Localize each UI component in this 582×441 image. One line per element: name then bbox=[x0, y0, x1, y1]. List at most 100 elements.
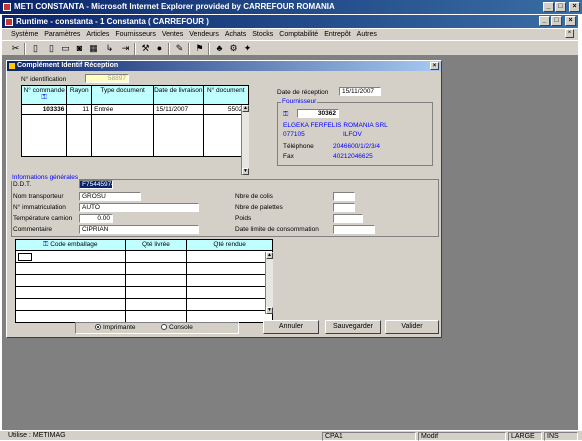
menu-item-0[interactable]: Système bbox=[8, 29, 41, 40]
menu-item-9[interactable]: Entrepôt bbox=[321, 29, 353, 40]
status-bar: Utilise : METIMAG CPA1 Modif LARGE INS bbox=[0, 430, 582, 441]
toolbar-separator bbox=[24, 43, 26, 55]
wrench-icon[interactable]: ⚒ bbox=[140, 43, 151, 54]
comment-field[interactable]: CIPRIAN bbox=[79, 225, 199, 234]
key-icon: ⚿ bbox=[283, 111, 289, 118]
date-reception-field[interactable]: 15/11/2007 bbox=[339, 87, 381, 96]
settings-icon[interactable]: ⚙ bbox=[228, 43, 239, 54]
document-icon[interactable]: ▦ bbox=[88, 43, 99, 54]
col-header-commande: N° commande ⚿ bbox=[20, 85, 68, 105]
scroll-down-icon[interactable]: ▼ bbox=[266, 307, 273, 314]
radio-unselected-icon bbox=[161, 324, 167, 331]
scroll-down-icon[interactable]: ▼ bbox=[242, 168, 249, 175]
close-icon[interactable]: × bbox=[430, 62, 439, 70]
general-info-title: Informations générales bbox=[11, 174, 80, 181]
cell-qte-rendue[interactable] bbox=[186, 250, 273, 263]
poids-field[interactable] bbox=[333, 214, 363, 223]
menu-item-4[interactable]: Ventes bbox=[159, 29, 186, 40]
sauvegarder-button[interactable]: Sauvegarder bbox=[325, 320, 381, 334]
cut-icon[interactable]: ✂ bbox=[10, 43, 21, 54]
dialog-title: Complément Identif Réception bbox=[17, 62, 119, 69]
col-header-date: Date de livraison bbox=[153, 85, 204, 105]
cell-date[interactable]: 15/11/2007 bbox=[153, 104, 204, 115]
maximize-icon[interactable]: □ bbox=[555, 2, 566, 12]
save-icon[interactable]: ◙ bbox=[74, 43, 85, 54]
dlc-field[interactable] bbox=[333, 225, 375, 234]
table-row[interactable] bbox=[20, 142, 250, 157]
col-header-qte-livree: Qté livrée bbox=[124, 239, 188, 251]
col-header-qte-rendue: Qté rendue bbox=[186, 239, 273, 251]
document-icon[interactable]: ▭ bbox=[60, 43, 71, 54]
table-row[interactable] bbox=[15, 274, 273, 287]
table-row[interactable] bbox=[15, 250, 273, 263]
exit-icon[interactable]: ↳ bbox=[104, 43, 115, 54]
cell-rayon[interactable]: 11 bbox=[66, 104, 93, 115]
flag-icon[interactable]: ⚑ bbox=[194, 43, 205, 54]
supplier-code-field[interactable]: 30362 bbox=[297, 109, 339, 118]
cell-type[interactable]: Entrée bbox=[91, 104, 155, 115]
valider-button[interactable]: Valider bbox=[385, 320, 439, 334]
supplier-group-title: Fournisseur bbox=[281, 98, 318, 105]
reception-dialog: Complément Identif Réception × N° identi… bbox=[6, 60, 442, 338]
close-icon[interactable]: × bbox=[569, 2, 580, 12]
users-icon[interactable]: ♣ bbox=[214, 43, 225, 54]
annuler-button[interactable]: Annuler bbox=[263, 320, 319, 334]
code-emballage-input[interactable] bbox=[18, 252, 32, 261]
cell-code-emballage[interactable] bbox=[15, 250, 126, 263]
table-row[interactable] bbox=[20, 114, 250, 129]
close-icon[interactable]: × bbox=[565, 29, 574, 38]
help-icon[interactable]: ✎ bbox=[174, 43, 185, 54]
table-row[interactable] bbox=[15, 310, 273, 323]
menu-item-7[interactable]: Stocks bbox=[249, 29, 276, 40]
menu-item-6[interactable]: Achats bbox=[222, 29, 249, 40]
transporter-field[interactable]: GROSU bbox=[79, 192, 141, 201]
plate-field[interactable]: AUTO bbox=[79, 203, 199, 212]
menu-item-1[interactable]: Paramètres bbox=[41, 29, 83, 40]
table-row[interactable] bbox=[15, 298, 273, 311]
table-row[interactable] bbox=[15, 262, 273, 275]
menu-item-10[interactable]: Autres bbox=[354, 29, 380, 40]
radio-console[interactable]: Console bbox=[161, 324, 193, 332]
toolbar: ✂ ▯ ▯ ▭ ◙ ▦ ↳ ⇥ ⚒ ● ✎ ⚑ ♣ ⚙ ✦ bbox=[2, 40, 578, 56]
menu-item-3[interactable]: Fournisseurs bbox=[112, 29, 158, 40]
document-icon[interactable]: ▯ bbox=[30, 43, 41, 54]
cell-qte-livree[interactable] bbox=[124, 250, 188, 263]
outer-window-title: METI CONSTANTA - Microsoft Internet Expl… bbox=[14, 2, 335, 11]
transporter-label: Nom transporteur bbox=[13, 193, 64, 200]
comment-label: Commentaire bbox=[13, 226, 53, 233]
col-header-type: Type document bbox=[91, 85, 155, 105]
palettes-label: Nbre de palettes bbox=[235, 204, 283, 211]
close-icon[interactable]: × bbox=[565, 16, 576, 26]
palettes-field[interactable] bbox=[333, 203, 355, 212]
packaging-scrollbar[interactable]: ▲ ▼ bbox=[265, 252, 273, 314]
minimize-icon[interactable]: _ bbox=[543, 2, 554, 12]
menu-item-5[interactable]: Vendeurs bbox=[186, 29, 222, 40]
exit-icon[interactable]: ⇥ bbox=[120, 43, 131, 54]
settings-icon[interactable]: ✦ bbox=[242, 43, 253, 54]
minimize-icon[interactable]: _ bbox=[539, 16, 550, 26]
table-row[interactable]: 103336 11 Entrée 15/11/2007 55023 bbox=[20, 104, 250, 115]
temp-field[interactable]: 0.00 bbox=[79, 214, 113, 223]
document-icon[interactable]: ▯ bbox=[46, 43, 57, 54]
ddt-field[interactable]: F75445974 bbox=[79, 180, 113, 189]
inner-window-titlebar: Runtime - constanta - 1 Constanta ( CARR… bbox=[2, 15, 578, 28]
poids-label: Poids bbox=[235, 215, 252, 222]
colis-field[interactable] bbox=[333, 192, 355, 201]
menu-item-2[interactable]: Articles bbox=[83, 29, 112, 40]
orders-table: N° commande ⚿ Rayon Type document Date de… bbox=[20, 85, 250, 157]
id-field[interactable]: 58897 bbox=[85, 74, 129, 83]
scroll-up-icon[interactable]: ▲ bbox=[266, 252, 273, 259]
maximize-icon[interactable]: □ bbox=[551, 16, 562, 26]
toolbar-separator bbox=[134, 43, 136, 55]
inner-window-title: Runtime - constanta - 1 Constanta ( CARR… bbox=[16, 17, 209, 26]
globe-icon[interactable]: ● bbox=[154, 43, 165, 54]
cell-commande[interactable]: 103336 bbox=[20, 104, 68, 115]
supplier-name: ELGEKA FERFELIS ROMANIA SRL bbox=[283, 122, 388, 129]
table-row[interactable] bbox=[20, 128, 250, 143]
radio-imprimante[interactable]: Imprimante bbox=[95, 324, 136, 332]
menu-item-8[interactable]: Comptabilité bbox=[276, 29, 321, 40]
table-row[interactable] bbox=[15, 286, 273, 299]
outer-window-titlebar: METI CONSTANTA - Microsoft Internet Expl… bbox=[0, 0, 582, 14]
orders-scrollbar[interactable]: ▲ ▼ bbox=[241, 105, 249, 175]
scroll-up-icon[interactable]: ▲ bbox=[242, 105, 249, 112]
